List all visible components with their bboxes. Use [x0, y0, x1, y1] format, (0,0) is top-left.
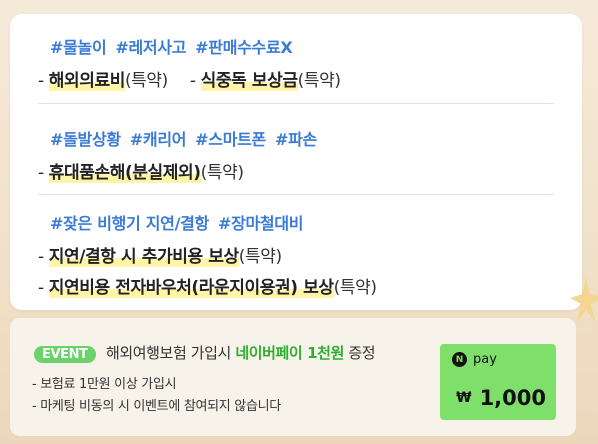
event-banner: EVENT 해외여행보험 가입시 네이버페이 1천원 증정 - 보험료 1만원 … [10, 318, 576, 436]
hashtag: #캐리어 [129, 130, 187, 149]
event-title: EVENT 해외여행보험 가입시 네이버페이 1천원 증정 [34, 342, 376, 363]
benefit-section-2: #돌발상황 #캐리어 #스마트폰 #파손 - 휴대품손해(분실제외)(특약) [38, 126, 554, 183]
benefit-name: 휴대품손해(분실제외) [48, 163, 201, 183]
naver-pay-label: pay [473, 352, 497, 367]
rider-label: (특약) [333, 278, 377, 298]
hashtag-row: #물놀이 #레저사고 #판매수수료X [38, 34, 554, 58]
hashtag: #돌발상황 [50, 130, 121, 149]
hashtag: #레저사고 [115, 38, 187, 57]
voucher-amount: ₩1,000 [456, 386, 546, 410]
benefits-card: #물놀이 #레저사고 #판매수수료X - 해외의료비(특약) - 식중독 보상금(특약… [10, 14, 582, 310]
won-symbol: ₩ [456, 390, 472, 406]
hashtag-row: #잦은 비행기 지연/결항 #장마철대비 [38, 210, 554, 234]
rider-label: (특약) [238, 247, 282, 267]
starfish-icon [570, 278, 598, 322]
naver-n-icon: N [452, 352, 467, 367]
rider-label: (특약) [124, 71, 168, 91]
event-title-pre: 해외여행보험 가입시 [105, 344, 231, 362]
hashtag-row: #돌발상황 #캐리어 #스마트폰 #파손 [38, 126, 554, 150]
hashtag: #파손 [274, 130, 317, 149]
rider-label: (특약) [297, 71, 341, 91]
naver-pay-voucher: N pay ₩1,000 [440, 344, 556, 420]
voucher-value: 1,000 [479, 386, 546, 410]
hashtag: #물놀이 [50, 38, 107, 57]
benefit-section-1: #물놀이 #레저사고 #판매수수료X - 해외의료비(특약) - 식중독 보상금(특약… [38, 34, 554, 91]
hashtag: #장마철대비 [217, 214, 304, 233]
benefit-line: - 지연/결항 시 추가비용 보상(특약) [38, 247, 282, 267]
rider-label: (특약) [200, 163, 244, 183]
event-condition: - 보험료 1만원 이상 가입시 [32, 377, 177, 392]
hashtag: #잦은 비행기 지연/결항 [50, 214, 209, 233]
divider [38, 194, 554, 195]
event-conditions: - 보험료 1만원 이상 가입시 - 마케팅 비동의 시 이벤트에 참여되지 않… [32, 374, 281, 418]
hashtag: #판매수수료X [195, 38, 293, 57]
benefit-section-3: #잦은 비행기 지연/결항 #장마철대비 - 지연/결항 시 추가비용 보상(특약… [38, 210, 554, 298]
naver-pay-logo: N pay [452, 352, 497, 367]
benefit-name: 식중독 보상금 [200, 71, 298, 91]
event-title-highlight: 네이버페이 1천원 [235, 344, 344, 362]
divider [38, 103, 554, 104]
benefit-line: - 휴대품손해(분실제외)(특약) [38, 163, 244, 183]
event-condition: - 마케팅 비동의 시 이벤트에 참여되지 않습니다 [32, 399, 281, 414]
event-badge: EVENT [34, 346, 96, 363]
benefit-line: - 지연비용 전자바우처(라운지이용권) 보상(특약) [38, 278, 377, 298]
event-title-post: 증정 [348, 344, 376, 362]
benefit-name: 지연비용 전자바우처(라운지이용권) 보상 [48, 278, 334, 298]
benefit-name: 지연/결항 시 추가비용 보상 [48, 247, 239, 267]
benefit-line: - 해외의료비(특약) - 식중독 보상금(특약) [38, 71, 341, 91]
benefit-name: 해외의료비 [48, 71, 125, 91]
hashtag: #스마트폰 [195, 130, 266, 149]
